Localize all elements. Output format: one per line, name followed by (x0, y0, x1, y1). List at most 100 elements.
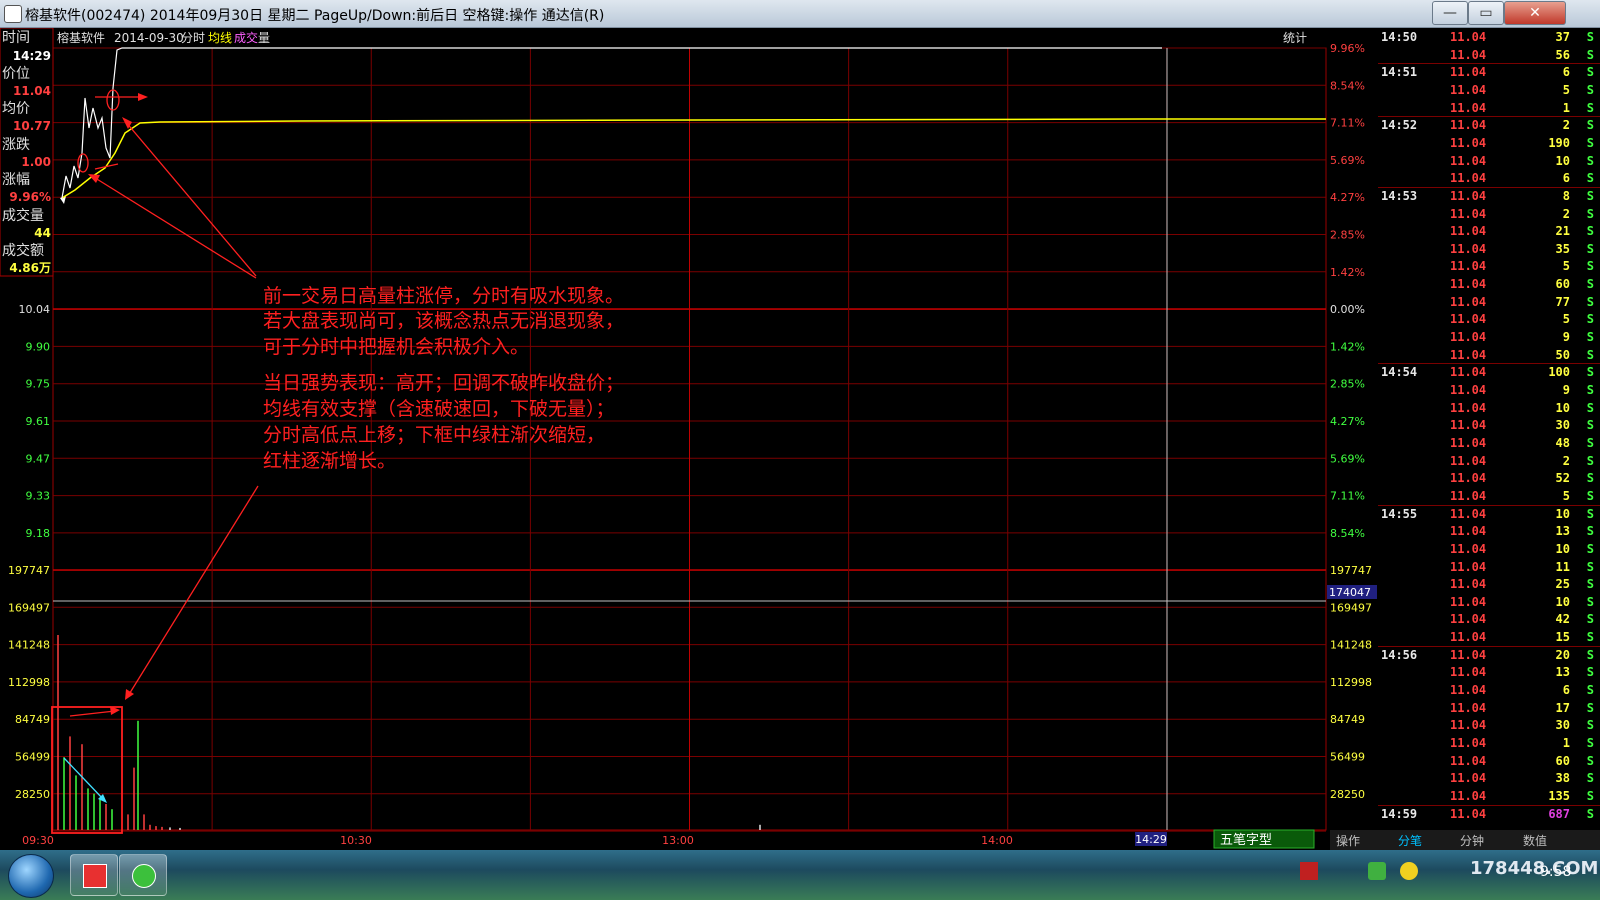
tick-side: S (1586, 806, 1594, 821)
tick-volume: 687 (1548, 806, 1570, 821)
pct-tick-label: 1.42% (1330, 266, 1365, 279)
annotation-line-5: 均线有效支撑（含速破速回，下破无量）； (263, 398, 615, 420)
price-tick-label: 9.90 (26, 340, 51, 353)
intraday-chart[interactable]: 9.96% 8.54% 7.11% 5.69% 4.27% 2.85% 1.42% 0.00%… (0, 28, 1378, 850)
tick-row: 11.04 38 S (1378, 771, 1600, 788)
tick-price: 11.04 (1450, 630, 1487, 645)
taskbar-app-browser[interactable] (119, 854, 167, 896)
info-avg-value: 10.77 (13, 119, 51, 133)
annotation-line-3: 可于分时中把握机会积极介入。 (263, 336, 529, 358)
tick-volume: 5 (1562, 488, 1570, 503)
tick-side: S (1586, 683, 1594, 698)
tick-list[interactable]: 14:50 11.04 37 S 11.04 56 S 14:51 11.04 6 S 11.04 5 S… (1378, 28, 1600, 848)
tick-volume: 135 (1548, 788, 1570, 803)
tick-row: 11.04 25 S (1378, 577, 1600, 594)
info-amount-label: 成交额 (2, 242, 44, 259)
tick-row: 11.04 30 S (1378, 718, 1600, 735)
tick-price: 11.04 (1450, 65, 1487, 80)
tick-side: S (1586, 312, 1594, 327)
tick-row: 11.04 10 S (1378, 401, 1600, 418)
pct-tick-label: 4.27% (1330, 191, 1365, 204)
tick-side: S (1586, 506, 1594, 521)
start-button[interactable] (8, 854, 54, 898)
tick-price: 11.04 (1450, 612, 1487, 627)
tick-price: 11.04 (1450, 806, 1487, 821)
pct-tick-label: 9.96% (1330, 42, 1365, 55)
tick-price: 11.04 (1450, 206, 1487, 221)
tick-group-divider (1378, 116, 1600, 118)
tick-row: 14:59 11.04 687 S (1378, 807, 1600, 824)
tick-row: 14:51 11.04 6 S (1378, 65, 1600, 82)
tick-row: 11.04 60 S (1378, 277, 1600, 294)
average-price-line (61, 118, 1326, 199)
tick-volume: 6 (1562, 171, 1570, 186)
bottom-tab-bar: 操作 分笔 分钟 数值 (1330, 830, 1600, 850)
tick-price: 11.04 (1450, 736, 1487, 750)
circle-marker (77, 153, 89, 173)
taskbar-app-tdx[interactable] (70, 854, 118, 896)
tick-side: S (1586, 524, 1594, 539)
tick-side: S (1586, 577, 1594, 592)
tick-price: 11.04 (1450, 683, 1487, 698)
info-vol-label: 成交量 (2, 207, 44, 224)
chart-vol-legend-2: 量 (258, 31, 270, 45)
window-titlebar: 榕基软件(002474) 2014年09月30日 星期二 PageUp/Down… (0, 0, 1600, 28)
annotation-line-2: 若大盘表现尚可，该概念热点无消退现象， (263, 309, 624, 332)
time-tick-label: 13:00 (662, 834, 694, 847)
close-button[interactable]: ✕ (1504, 1, 1566, 25)
tick-price: 11.04 (1450, 435, 1487, 450)
volume-tick-label: 169497 (8, 601, 50, 614)
tick-side: S (1586, 488, 1594, 503)
axis-labels: 9.96% 8.54% 7.11% 5.69% 4.27% 2.85% 1.42% 0.00%… (8, 42, 1377, 847)
volume-tick-label: 84749 (15, 713, 50, 726)
tick-side: S (1586, 788, 1594, 803)
tick-side: S (1586, 188, 1594, 203)
tick-price: 11.04 (1450, 82, 1487, 97)
tick-time: 14:56 (1381, 647, 1418, 662)
tick-time: 14:54 (1381, 365, 1418, 380)
info-price-value: 11.04 (13, 84, 51, 98)
arrow-heads (88, 93, 148, 803)
tray-plus-icon[interactable] (1400, 862, 1418, 880)
volume-cursor-value: 174047 (1329, 586, 1371, 599)
time-tick-label: 09:30 (22, 834, 54, 847)
tick-row: 11.04 13 S (1378, 665, 1600, 682)
tab-minute[interactable]: 分钟 (1460, 832, 1484, 849)
tick-row: 11.04 15 S (1378, 630, 1600, 647)
stats-button[interactable]: 统计 (1283, 31, 1307, 45)
tick-row: 11.04 50 S (1378, 348, 1600, 365)
clock[interactable]: 9:58 (1540, 864, 1571, 880)
tick-row: 11.04 1 S (1378, 101, 1600, 118)
tick-side: S (1586, 771, 1594, 786)
tick-price: 11.04 (1450, 153, 1487, 168)
tick-side: S (1586, 100, 1594, 115)
tick-volume: 8 (1562, 188, 1570, 203)
tab-values[interactable]: 数值 (1523, 832, 1547, 849)
tick-row: 11.04 42 S (1378, 612, 1600, 629)
chart-vol-legend: 成交 (234, 30, 258, 45)
tick-time: 14:52 (1381, 118, 1418, 133)
tick-price: 11.04 (1450, 347, 1487, 362)
tick-volume: 25 (1555, 577, 1570, 592)
volume-bars (57, 635, 761, 830)
tick-volume: 2 (1562, 453, 1570, 468)
shield-icon[interactable] (1368, 862, 1386, 880)
tick-price: 11.04 (1450, 100, 1487, 115)
maximize-button[interactable]: ▭ (1468, 1, 1504, 25)
tick-group-divider (1378, 363, 1600, 365)
tick-time: 14:51 (1381, 65, 1418, 80)
price-tick-label: 9.33 (26, 490, 51, 503)
tick-row: 11.04 11 S (1378, 560, 1600, 577)
tick-row: 14:56 11.04 20 S (1378, 648, 1600, 665)
volume-tick-label: 197747 (8, 564, 50, 577)
tick-side: S (1586, 241, 1594, 256)
ime-label[interactable]: 五笔字型 (1220, 832, 1272, 848)
tick-time: 14:53 (1381, 188, 1418, 203)
tick-side: S (1586, 559, 1594, 574)
tray-app-icon[interactable] (1300, 862, 1318, 880)
tab-ticks[interactable]: 分笔 (1398, 832, 1422, 849)
tab-operate[interactable]: 操作 (1336, 832, 1360, 849)
tick-price: 11.04 (1450, 118, 1487, 133)
tick-volume: 9 (1562, 383, 1570, 397)
minimize-button[interactable]: — (1432, 1, 1468, 25)
